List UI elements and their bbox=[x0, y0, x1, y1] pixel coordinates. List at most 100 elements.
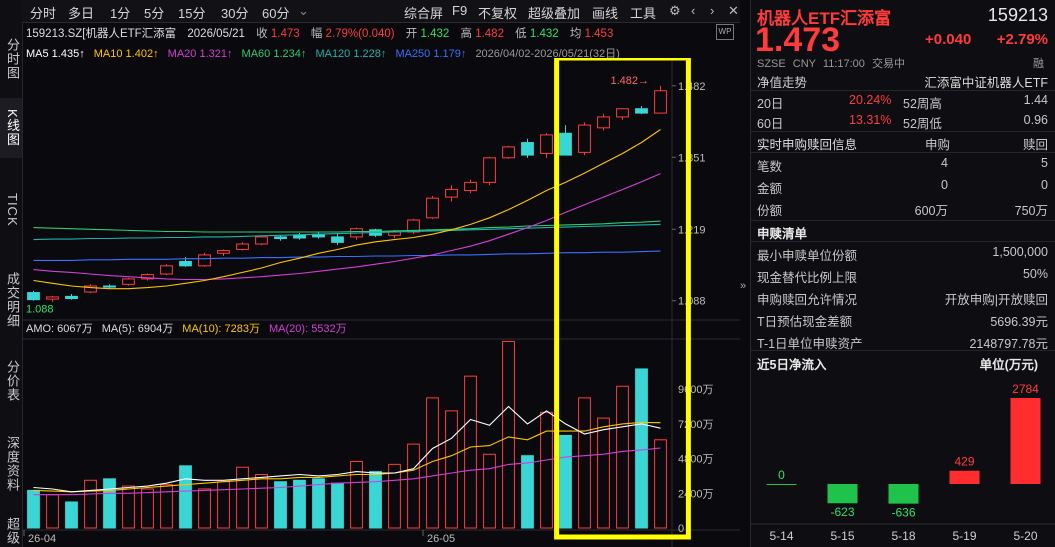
left-sidebar: 分时图 K线图 TICK 成交明细 分价表 深度资料 超级 bbox=[0, 0, 23, 547]
volume-bar bbox=[27, 489, 40, 529]
candle bbox=[502, 146, 515, 159]
sidebar-item-price-table[interactable]: 分价表 bbox=[0, 352, 22, 410]
stat-row: 20日 20.24% 52周高 1.44 bbox=[757, 91, 1048, 111]
high-label: 高 bbox=[460, 28, 472, 40]
amo-legend: AMO: 6067万 MA(5): 6904万 MA(10): 7283万 MA… bbox=[26, 320, 347, 336]
list-item: 最小申赎单位份额 1,500,000 bbox=[757, 243, 1048, 263]
candle bbox=[597, 116, 610, 129]
tab-multiday[interactable]: 多日 bbox=[68, 3, 94, 22]
collapse-arrow-icon[interactable]: » bbox=[740, 280, 750, 292]
stat-row: 60日 13.31% 52周低 0.96 bbox=[757, 111, 1048, 131]
sidebar-item-depth[interactable]: 深度资料 bbox=[0, 424, 22, 504]
col-subscribe: 申购 bbox=[925, 138, 951, 152]
avg-value: 1.453 bbox=[584, 28, 614, 40]
amo-ma10-label: MA(10): 7283万 bbox=[182, 323, 260, 335]
volume-bar bbox=[559, 434, 572, 529]
row-label: 金额 bbox=[757, 182, 783, 196]
candle bbox=[464, 181, 477, 192]
inflow-value: -623 bbox=[830, 505, 854, 519]
stat-value: 13.31% bbox=[849, 113, 892, 127]
wp-icon[interactable]: WP bbox=[716, 24, 734, 40]
tab-timeshare[interactable]: 分时 bbox=[30, 3, 56, 22]
tab-1min[interactable]: 1分 bbox=[110, 3, 130, 22]
stat-label: 60日 bbox=[757, 117, 784, 131]
volume-axis-label: 9600万 bbox=[678, 384, 713, 396]
exchange: SZSE bbox=[757, 58, 786, 70]
btn-composite[interactable]: 综合屏 bbox=[404, 3, 443, 22]
candle bbox=[46, 296, 59, 300]
candle bbox=[236, 243, 249, 250]
tab-15min[interactable]: 15分 bbox=[178, 3, 205, 22]
row-value: 0 bbox=[1041, 178, 1048, 192]
nav-name: 汇添富中证机器人ETF bbox=[924, 76, 1048, 90]
volume-axis-label: 7200万 bbox=[678, 419, 713, 431]
candle bbox=[255, 236, 268, 245]
tab-30min[interactable]: 30分 bbox=[221, 3, 248, 22]
btn-tools[interactable]: 工具 bbox=[630, 3, 656, 22]
close-icon[interactable]: ✕ bbox=[728, 3, 739, 19]
volume-bar bbox=[179, 465, 192, 529]
inflow-date: 5-15 bbox=[830, 529, 854, 543]
subscription-row: 笔数 4 5 bbox=[757, 154, 1048, 174]
volume-bar bbox=[65, 501, 78, 529]
candle bbox=[179, 260, 192, 267]
volume-bar bbox=[46, 494, 59, 529]
open-value: 1.432 bbox=[420, 28, 450, 40]
sidebar-item-kline[interactable]: K线图 bbox=[0, 98, 22, 158]
sidebar-item-tick[interactable]: TICK bbox=[0, 168, 22, 252]
fund-code: 159213 bbox=[987, 5, 1048, 25]
price-axis-label: 1.219 bbox=[678, 224, 706, 236]
volume-bar bbox=[502, 340, 515, 529]
tab-60min[interactable]: 60分 bbox=[262, 3, 289, 22]
stat-value: 20.24% bbox=[849, 93, 892, 107]
inflow-value: 0 bbox=[778, 468, 785, 482]
candle bbox=[635, 108, 648, 114]
volume-bar bbox=[236, 466, 249, 529]
kline-chart[interactable]: 1.482 1.351 1.219 1.088 9600万 7200万 4800万 2400万… bbox=[22, 58, 740, 547]
amo-label: AMO: 6067万 bbox=[26, 323, 93, 335]
candle bbox=[654, 90, 667, 114]
btn-no-adjust[interactable]: 不复权 bbox=[478, 3, 517, 22]
row-value: 600万 bbox=[914, 204, 948, 218]
inflow-bar bbox=[949, 470, 980, 484]
list-value: 开放申购|开放赎回 bbox=[944, 293, 1048, 307]
candle bbox=[160, 265, 173, 275]
candle bbox=[293, 234, 306, 239]
nav-label: 净值走势 bbox=[757, 76, 808, 90]
chevron-right-icon[interactable]: › bbox=[710, 3, 714, 18]
candle bbox=[426, 197, 439, 219]
flow-unit: 单位(万元) bbox=[979, 358, 1038, 372]
sidebar-item-trades[interactable]: 成交明细 bbox=[0, 260, 22, 340]
list-title: 申赎清单 bbox=[757, 227, 808, 241]
nav-row[interactable]: 净值走势 汇添富中证机器人ETF bbox=[757, 70, 1048, 90]
security-code: 159213.SZ[机器人ETF汇添富 bbox=[26, 28, 177, 40]
volume-bar bbox=[312, 478, 325, 529]
row-value: 5 bbox=[1041, 156, 1048, 170]
quote-header: 159213.SZ[机器人ETF汇添富 2026/05/21 收 1.473 幅… bbox=[26, 25, 613, 41]
volume-bar bbox=[331, 482, 344, 529]
low-label: 低 bbox=[515, 28, 527, 40]
candle bbox=[559, 132, 572, 156]
list-item: T-1日单位申赎资产 2148797.78元 bbox=[757, 331, 1048, 351]
volume-bar bbox=[217, 481, 230, 529]
inflow-bar bbox=[766, 484, 797, 485]
flow-title: 近5日净流入 bbox=[757, 358, 827, 372]
btn-overlay[interactable]: 超级叠加 bbox=[528, 3, 580, 22]
volume-bar bbox=[407, 443, 420, 529]
amo-ma20-label: MA(20): 5532万 bbox=[269, 323, 347, 335]
gear-icon[interactable]: ⚙ bbox=[669, 3, 681, 19]
btn-f9[interactable]: F9 bbox=[452, 3, 467, 18]
candle bbox=[274, 236, 287, 240]
list-header: 申赎清单 bbox=[757, 221, 1048, 241]
candle bbox=[27, 292, 40, 301]
sidebar-item-timeshare[interactable]: 分时图 bbox=[0, 30, 22, 88]
stat-value: 1.44 bbox=[1023, 93, 1048, 107]
row-value: 750万 bbox=[1014, 204, 1048, 218]
tab-5min[interactable]: 5分 bbox=[144, 3, 164, 22]
btn-draw[interactable]: 画线 bbox=[592, 3, 618, 22]
volume-bar bbox=[616, 385, 629, 529]
sidebar-item-super[interactable]: 超级 bbox=[0, 514, 22, 547]
candle bbox=[540, 134, 553, 154]
chevron-left-icon[interactable]: ‹ bbox=[691, 3, 695, 18]
chevron-down-icon[interactable]: ⌄ bbox=[298, 3, 309, 19]
